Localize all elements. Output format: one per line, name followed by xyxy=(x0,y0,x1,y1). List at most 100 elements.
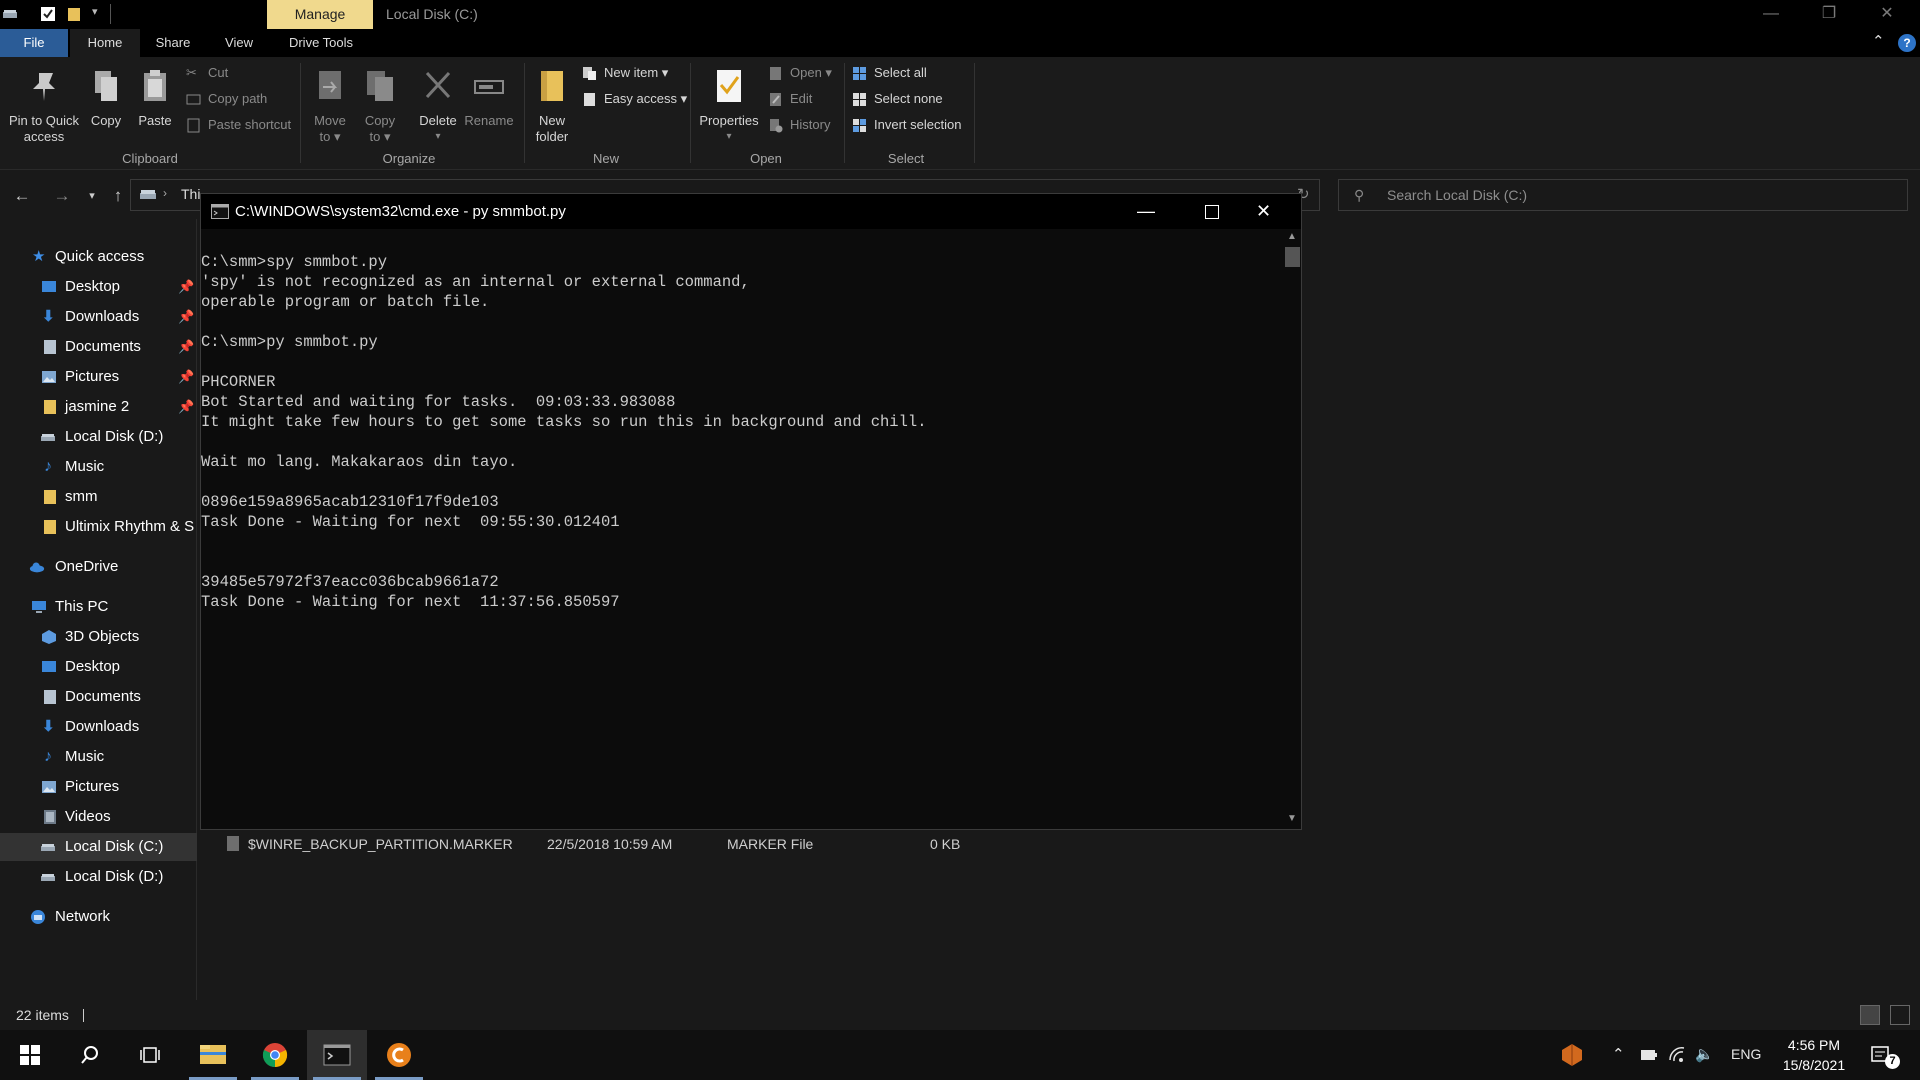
command-prompt-window[interactable]: C:\WINDOWS\system32\cmd.exe - py smmbot.… xyxy=(200,193,1302,830)
clock[interactable]: 4:56 PM 15/8/2021 xyxy=(1772,1035,1856,1075)
cmd-scrollbar[interactable]: ▲ ▼ xyxy=(1283,229,1301,829)
sidebar-item-pc-desktop[interactable]: Desktop xyxy=(0,653,197,681)
sidebar-item-smm[interactable]: smm xyxy=(0,483,197,511)
breadcrumb[interactable]: Thi xyxy=(181,186,200,202)
sidebar-item-pc-music[interactable]: ♪ Music xyxy=(0,743,197,771)
sidebar-item-3d-objects[interactable]: 3D Objects xyxy=(0,623,197,651)
language-indicator[interactable]: ENG xyxy=(1731,1046,1761,1062)
paste-button[interactable]: Paste xyxy=(132,67,178,129)
sidebar-item-music[interactable]: ♪ Music xyxy=(0,453,197,481)
minimize-button[interactable]: — xyxy=(1742,0,1800,29)
sidebar-item-local-disk-d[interactable]: Local Disk (D:) xyxy=(0,423,197,451)
wifi-icon[interactable] xyxy=(1668,1046,1686,1064)
sidebar-item-ultimix[interactable]: Ultimix Rhythm & S xyxy=(0,513,197,541)
breadcrumb-chevron-icon[interactable]: › xyxy=(163,186,167,200)
sidebar-item-desktop[interactable]: Desktop 📌 xyxy=(0,273,197,301)
sidebar-item-jasmine-2[interactable]: jasmine 2 📌 xyxy=(0,393,197,421)
manage-contextual-tab[interactable]: Manage xyxy=(267,0,373,29)
invert-selection-button[interactable]: Invert selection xyxy=(852,115,961,135)
sidebar-item-quick-access[interactable]: ★ Quick access xyxy=(0,243,197,271)
move-to-button[interactable]: Move to ▾ xyxy=(308,67,352,145)
cmd-taskbar-button[interactable] xyxy=(307,1030,367,1080)
drive-icon xyxy=(41,434,55,441)
properties-button[interactable]: Properties ▾ xyxy=(696,67,762,145)
help-icon[interactable]: ? xyxy=(1898,34,1916,52)
copy-button[interactable]: Copy xyxy=(84,67,128,129)
cut-button[interactable]: ✂ Cut xyxy=(186,63,228,83)
recent-locations-chevron-icon[interactable]: ▾ xyxy=(80,185,104,207)
sidebar-item-local-disk-c[interactable]: Local Disk (C:) xyxy=(0,833,197,861)
open-button[interactable]: Open ▾ xyxy=(768,63,832,83)
sidebar-item-pictures[interactable]: Pictures 📌 xyxy=(0,363,197,391)
tray-app-icon[interactable] xyxy=(1560,1043,1584,1067)
pin-icon[interactable]: 📌 xyxy=(178,273,194,301)
new-item-button[interactable]: New item ▾ xyxy=(582,63,668,83)
pin-to-quick-access-button[interactable]: Pin to Quick access xyxy=(4,67,84,145)
properties-dropdown-icon[interactable]: ▾ xyxy=(696,129,762,145)
large-icons-view-icon[interactable] xyxy=(1890,1005,1910,1025)
close-button[interactable]: ✕ xyxy=(1858,0,1916,29)
details-view-icon[interactable] xyxy=(1860,1005,1880,1025)
delete-button[interactable]: Delete ▾ xyxy=(414,67,462,145)
quick-access-dropdown-icon[interactable]: ▾ xyxy=(92,5,98,18)
new-folder-button[interactable]: New folder xyxy=(530,67,574,145)
delete-dropdown-icon[interactable]: ▾ xyxy=(414,129,462,145)
show-hidden-icons-chevron[interactable]: ⌃ xyxy=(1612,1045,1625,1063)
paste-shortcut-button[interactable]: Paste shortcut xyxy=(186,115,291,135)
task-view-button[interactable] xyxy=(120,1030,180,1080)
new-folder-quick-icon[interactable] xyxy=(66,6,82,22)
pin-icon[interactable]: 📌 xyxy=(178,303,194,331)
tab-drive-tools[interactable]: Drive Tools xyxy=(278,29,364,57)
file-name[interactable]: $WINRE_BACKUP_PARTITION.MARKER xyxy=(248,834,513,854)
easy-access-button[interactable]: Easy access ▾ xyxy=(582,89,687,109)
tab-home[interactable]: Home xyxy=(70,29,140,57)
file-explorer-taskbar-button[interactable] xyxy=(183,1030,243,1080)
properties-checkbox-icon[interactable] xyxy=(40,6,56,22)
chrome-taskbar-button[interactable] xyxy=(245,1030,305,1080)
pin-icon[interactable]: 📌 xyxy=(178,363,194,391)
select-all-button[interactable]: Select all xyxy=(852,63,927,83)
pin-icon[interactable]: 📌 xyxy=(178,333,194,361)
sidebar-item-this-pc[interactable]: This PC xyxy=(0,593,197,621)
back-arrow-icon[interactable]: ← xyxy=(10,185,34,207)
sidebar-item-network[interactable]: Network xyxy=(0,903,197,931)
rename-button[interactable]: Rename xyxy=(462,67,516,129)
forward-arrow-icon[interactable]: → xyxy=(50,185,74,207)
cmd-title-bar[interactable]: C:\WINDOWS\system32\cmd.exe - py smmbot.… xyxy=(201,194,1301,229)
pin-icon[interactable]: 📌 xyxy=(178,393,194,421)
sidebar-item-pc-documents[interactable]: Documents xyxy=(0,683,197,711)
explorer-drive-icon[interactable] xyxy=(2,6,18,22)
sidebar-item-onedrive[interactable]: OneDrive xyxy=(0,553,197,581)
scroll-down-arrow-icon[interactable]: ▼ xyxy=(1287,813,1297,824)
easy-access-icon xyxy=(584,93,595,106)
sidebar-item-pc-local-disk-d[interactable]: Local Disk (D:) xyxy=(0,863,197,891)
sidebar-item-downloads[interactable]: ⬇ Downloads 📌 xyxy=(0,303,197,331)
sidebar-item-pc-videos[interactable]: Videos xyxy=(0,803,197,831)
cmd-output[interactable]: C:\smm>spy smmbot.py 'spy' is not recogni… xyxy=(201,252,1276,612)
volume-icon[interactable]: 🔈 xyxy=(1695,1045,1714,1063)
app-taskbar-button[interactable] xyxy=(369,1030,429,1080)
tab-file[interactable]: File xyxy=(0,29,68,57)
copy-to-button[interactable]: Copy to ▾ xyxy=(358,67,402,145)
search-input[interactable]: Search Local Disk (C:) xyxy=(1338,179,1908,211)
tab-view[interactable]: View xyxy=(210,29,268,57)
select-none-button[interactable]: Select none xyxy=(852,89,943,109)
scroll-thumb[interactable] xyxy=(1285,247,1300,267)
start-button[interactable] xyxy=(0,1030,60,1080)
history-button[interactable]: History xyxy=(768,115,830,135)
collapse-ribbon-icon[interactable]: ⌃ xyxy=(1872,32,1885,50)
search-taskbar-button[interactable] xyxy=(60,1030,120,1080)
copy-path-button[interactable]: Copy path xyxy=(186,89,267,109)
cmd-maximize-button[interactable] xyxy=(1205,205,1219,219)
sidebar-item-pc-downloads[interactable]: ⬇ Downloads xyxy=(0,713,197,741)
scroll-up-arrow-icon[interactable]: ▲ xyxy=(1287,231,1297,242)
tab-share[interactable]: Share xyxy=(146,29,200,57)
sidebar-item-documents[interactable]: Documents 📌 xyxy=(0,333,197,361)
battery-icon[interactable] xyxy=(1640,1048,1658,1062)
sidebar-item-pc-pictures[interactable]: Pictures xyxy=(0,773,197,801)
cmd-close-button[interactable]: ✕ xyxy=(1256,194,1271,229)
maximize-button[interactable]: ❐ xyxy=(1800,0,1858,29)
cmd-minimize-button[interactable]: — xyxy=(1137,194,1155,229)
up-arrow-icon[interactable]: ↑ xyxy=(106,185,130,207)
edit-button[interactable]: Edit xyxy=(768,89,812,109)
